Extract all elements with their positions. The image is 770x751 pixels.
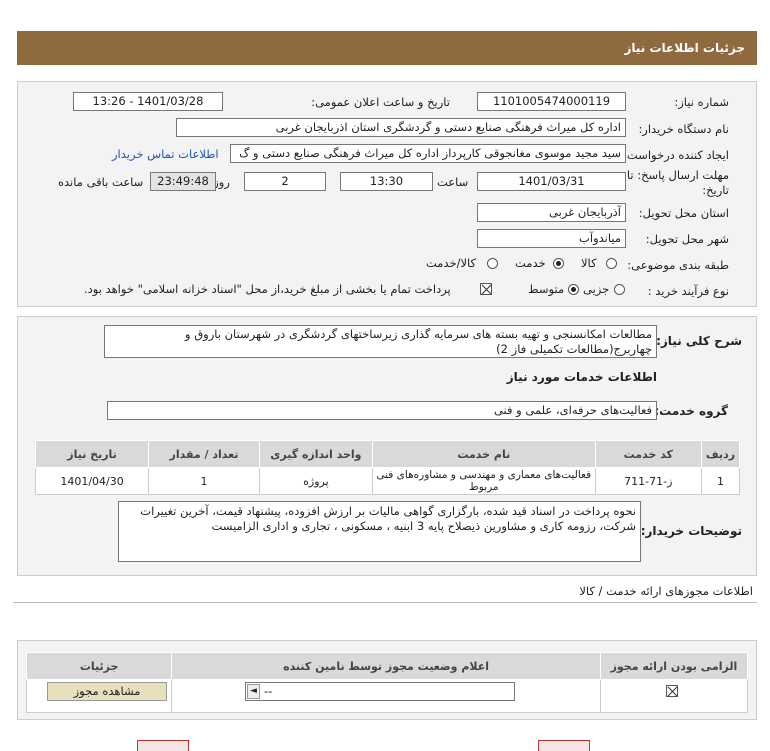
permits-table-header: الزامی بودن ارائه مجوز اعلام وضعیت مجوز … <box>25 652 749 680</box>
cell-date: 1401/04/30 <box>34 467 150 495</box>
page-title: جزئیات اطلاعات نیاز <box>624 41 745 55</box>
category-radio-goods-service[interactable] <box>487 258 498 269</box>
need-info-panel <box>17 81 757 307</box>
remaining-time-field: 23:49:48 <box>150 172 216 191</box>
services-table-header: ردیف کد خدمت نام خدمت واحد اندازه گیری ت… <box>34 440 741 468</box>
buyer-notes-label: توضیحات خریدار: <box>640 524 742 538</box>
category-goods-service-label: کالا/خدمت <box>426 256 477 270</box>
process-radio-minor[interactable] <box>614 284 625 295</box>
remaining-label: ساعت باقی مانده <box>58 175 144 189</box>
permits-divider <box>13 602 757 603</box>
category-radio-service[interactable] <box>553 258 564 269</box>
buyer-org-label: نام دستگاه خریدار: <box>638 122 729 136</box>
col-qty: تعداد / مقدار <box>148 440 260 468</box>
province-field[interactable]: آذربایجان غربی <box>477 203 626 222</box>
cell-code: ز-71-711 <box>594 467 702 495</box>
page-header: جزئیات اطلاعات نیاز <box>17 31 757 65</box>
bottom-button-left[interactable] <box>137 740 189 751</box>
time-label: ساعت <box>437 175 469 189</box>
announce-field[interactable]: 1401/03/28 - 13:26 <box>73 92 223 111</box>
summary-box: مطالعات امکانسنجی و تهیه بسته های سرمایه… <box>104 325 657 358</box>
deadline-label-1: مهلت ارسال پاسخ: تا <box>626 168 729 182</box>
permit-select-value: -- <box>264 684 273 698</box>
summary-label: شرح کلی نیاز: <box>656 334 742 348</box>
permits-col-status: اعلام وضعیت مجوز توسط نامین کننده <box>171 652 601 680</box>
city-label: شهر محل تحویل: <box>645 232 729 246</box>
col-date: تاریخ نیاز <box>34 440 150 468</box>
cell-unit: پروژه <box>258 467 373 495</box>
creator-field[interactable]: سید مجید موسوی مغانجوقی کارپرداز اداره ک… <box>230 144 626 163</box>
service-group-label: گروه خدمت: <box>654 404 728 418</box>
category-service-label: خدمت <box>515 256 546 270</box>
process-label: نوع فرآیند خرید : <box>647 284 729 298</box>
announce-label: تاریخ و ساعت اعلان عمومی: <box>311 95 450 109</box>
permit-status-select[interactable]: -- <box>245 682 515 701</box>
buyer-notes-box: نحوه پرداخت در اسناد قید شده، بارگزاری گ… <box>118 501 641 562</box>
payment-note: پرداخت تمام یا بخشی از مبلغ خرید،از محل … <box>84 282 451 296</box>
buyer-org-field[interactable]: اداره کل میراث فرهنگی صنایع دستی و گردشگ… <box>176 118 626 137</box>
city-field[interactable]: میاندوآب <box>477 229 626 248</box>
category-label: طبقه بندی موضوعی: <box>627 258 729 272</box>
deadline-date-field[interactable]: 1401/03/31 <box>477 172 626 191</box>
process-minor-label: جزیی <box>583 282 610 296</box>
col-code: کد خدمت <box>594 440 702 468</box>
col-unit: واحد اندازه گیری <box>258 440 373 468</box>
deadline-label-2: تاریخ: <box>702 183 729 197</box>
bottom-button-right[interactable] <box>538 740 590 751</box>
buyer-notes-line2: شرکت، رزومه کاری و مشاورین ذیصلاح پایه 3… <box>211 519 636 533</box>
permit-required-checkbox <box>666 685 678 697</box>
permits-col-details: جزئیات <box>25 652 173 680</box>
creator-label: ایجاد کننده درخواست: <box>623 148 729 162</box>
table-row[interactable]: 1 ز-71-711 فعالیت‌های معماری و مهندسی و … <box>34 467 741 495</box>
col-name: نام خدمت <box>371 440 596 468</box>
buyer-notes-line1: نحوه پرداخت در اسناد قید شده، بارگزاری گ… <box>140 504 636 518</box>
need-number-field[interactable]: 1101005474000119 <box>477 92 626 111</box>
cell-row: 1 <box>700 467 741 495</box>
need-number-label: شماره نیاز: <box>674 95 729 109</box>
process-radio-medium[interactable] <box>568 284 579 295</box>
category-radio-goods[interactable] <box>606 258 617 269</box>
select-arrow-icon[interactable]: ◄ <box>247 684 260 699</box>
services-table: ردیف کد خدمت نام خدمت واحد اندازه گیری ت… <box>34 440 741 495</box>
province-label: استان محل تحویل: <box>638 206 729 220</box>
summary-line1: مطالعات امکانسنجی و تهیه بسته های سرمایه… <box>185 327 652 341</box>
service-group-field[interactable]: فعالیت‌های حرفه‌ای، علمی و فنی <box>107 401 657 420</box>
services-title: اطلاعات خدمات مورد نیاز <box>506 370 657 384</box>
days-field[interactable]: 2 <box>244 172 326 191</box>
permits-title: اطلاعات مجوزهای ارائه خدمت / کالا <box>579 584 753 598</box>
category-goods-label: کالا <box>581 256 597 270</box>
process-medium-label: متوسط <box>528 282 565 296</box>
cell-qty: 1 <box>148 467 260 495</box>
deadline-time-field[interactable]: 13:30 <box>340 172 433 191</box>
permits-col-required: الزامی بودن ارائه مجوز <box>599 652 749 680</box>
view-permit-button[interactable]: مشاهده مجوز <box>47 682 167 701</box>
treasury-checkbox[interactable] <box>480 283 492 295</box>
col-row: ردیف <box>700 440 741 468</box>
cell-name: فعالیت‌های معماری و مهندسی و مشاوره‌های … <box>371 467 596 495</box>
summary-line2: چهاربرج(مطالعات تکمیلی فاز 2) <box>496 342 652 356</box>
contact-buyer-link[interactable]: اطلاعات تماس خریدار <box>112 147 219 161</box>
